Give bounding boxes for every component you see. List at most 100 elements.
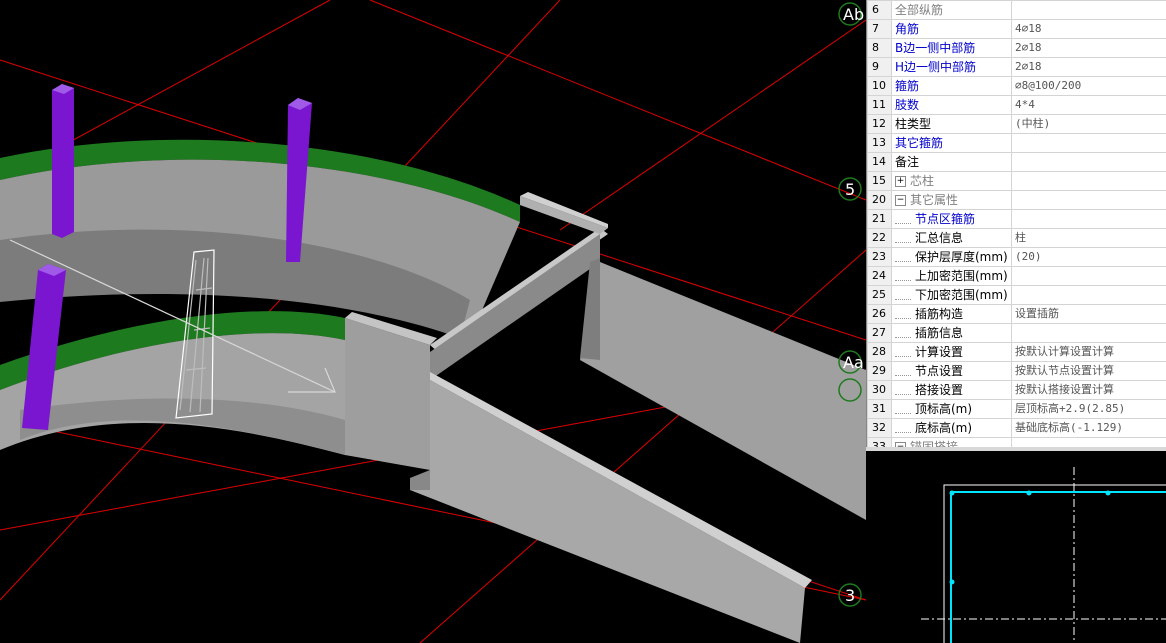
axis-label-5[interactable]: 5 — [838, 177, 862, 201]
property-value[interactable] — [1011, 323, 1166, 343]
property-name-cell[interactable]: 备注 — [891, 152, 1012, 172]
property-name-cell[interactable]: 角筋 — [891, 19, 1012, 39]
property-name-cell[interactable]: + 芯柱 — [891, 171, 1012, 191]
row-number: 12 — [867, 114, 892, 134]
property-value[interactable]: 4*4 — [1011, 95, 1166, 115]
property-name-cell[interactable]: 计算设置 — [891, 342, 1012, 362]
expand-icon[interactable]: + — [895, 176, 906, 187]
property-name-cell[interactable]: B边一侧中部筋 — [891, 38, 1012, 58]
property-name-cell[interactable]: 肢数 — [891, 95, 1012, 115]
property-name: 角筋 — [895, 22, 920, 36]
property-name-cell[interactable]: 节点区箍筋 — [891, 209, 1012, 229]
property-name: 备注 — [895, 155, 920, 169]
property-name-cell[interactable]: 下加密范围(mm) — [891, 285, 1012, 305]
rebar-points — [949, 490, 1111, 585]
property-value[interactable]: (中柱) — [1011, 114, 1166, 134]
property-name-cell[interactable]: 插筋构造 — [891, 304, 1012, 324]
property-panel[interactable]: 6 全部纵筋 7 角筋 4⌀18 8 B边一侧中部筋 2⌀18 9 H边一侧中部筋 2⌀18 10 箍筋… — [866, 0, 1166, 447]
property-row[interactable]: 24 上加密范围(mm) — [867, 266, 1166, 286]
property-value[interactable]: 4⌀18 — [1011, 19, 1166, 39]
property-value[interactable] — [1011, 133, 1166, 153]
property-row[interactable]: 27 插筋信息 — [867, 323, 1166, 343]
property-name-cell[interactable]: 底标高(m) — [891, 418, 1012, 438]
property-name-cell[interactable]: 全部纵筋 — [891, 0, 1012, 20]
property-value[interactable]: 2⌀18 — [1011, 57, 1166, 77]
property-name: 其它属性 — [910, 193, 959, 207]
property-row[interactable]: 31 顶标高(m) 层顶标高+2.9(2.85) — [867, 399, 1166, 419]
property-value[interactable] — [1011, 285, 1166, 305]
3d-viewport[interactable]: Ab 5 Aa 3 — [0, 0, 866, 643]
property-row[interactable]: 11 肢数 4*4 — [867, 95, 1166, 115]
property-row[interactable]: 33− 锚固搭接 — [867, 437, 1166, 447]
property-name-cell[interactable]: H边一侧中部筋 — [891, 57, 1012, 77]
model-canvas[interactable]: Ab 5 Aa 3 — [0, 0, 866, 643]
property-row[interactable]: 9 H边一侧中部筋 2⌀18 — [867, 57, 1166, 77]
property-row[interactable]: 30 搭接设置 按默认搭接设置计算 — [867, 380, 1166, 400]
row-number: 30 — [867, 380, 892, 400]
property-row[interactable]: 7 角筋 4⌀18 — [867, 19, 1166, 39]
property-table: 6 全部纵筋 7 角筋 4⌀18 8 B边一侧中部筋 2⌀18 9 H边一侧中部筋 2⌀18 10 箍筋… — [867, 0, 1166, 447]
property-value[interactable]: 按默认节点设置计算 — [1011, 361, 1166, 381]
property-row[interactable]: 28 计算设置 按默认计算设置计算 — [867, 342, 1166, 362]
axis-label-ab[interactable]: Ab — [838, 2, 864, 26]
property-name-cell[interactable]: 上加密范围(mm) — [891, 266, 1012, 286]
property-value[interactable]: 设置插筋 — [1011, 304, 1166, 324]
property-name-cell[interactable]: 其它箍筋 — [891, 133, 1012, 153]
property-name-cell[interactable]: − 锚固搭接 — [891, 437, 1012, 447]
property-name-cell[interactable]: 保护层厚度(mm) — [891, 247, 1012, 267]
property-row[interactable]: 6 全部纵筋 — [867, 0, 1166, 20]
property-row[interactable]: 14 备注 — [867, 152, 1166, 172]
property-row[interactable]: 26 插筋构造 设置插筋 — [867, 304, 1166, 324]
property-row[interactable]: 23 保护层厚度(mm) (20) — [867, 247, 1166, 267]
property-value[interactable]: 层顶标高+2.9(2.85) — [1011, 399, 1166, 419]
property-value[interactable]: 柱 — [1011, 228, 1166, 248]
property-name-cell[interactable]: 顶标高(m) — [891, 399, 1012, 419]
property-value[interactable]: (20) — [1011, 247, 1166, 267]
svg-text:Aa: Aa — [843, 353, 864, 372]
property-value[interactable] — [1011, 152, 1166, 172]
property-name-cell[interactable]: 箍筋 — [891, 76, 1012, 96]
section-preview[interactable] — [866, 451, 1166, 643]
row-number: 21 — [867, 209, 892, 229]
row-number: 25 — [867, 285, 892, 305]
property-value[interactable] — [1011, 0, 1166, 20]
property-name-cell[interactable]: 搭接设置 — [891, 380, 1012, 400]
tree-line-icon — [895, 272, 911, 281]
property-value[interactable] — [1011, 266, 1166, 286]
property-name: 肢数 — [895, 98, 920, 112]
property-name-cell[interactable]: 插筋信息 — [891, 323, 1012, 343]
property-name-cell[interactable]: 汇总信息 — [891, 228, 1012, 248]
property-row[interactable]: 13 其它箍筋 — [867, 133, 1166, 153]
row-number: 29 — [867, 361, 892, 381]
property-row[interactable]: 29 节点设置 按默认节点设置计算 — [867, 361, 1166, 381]
tree-line-icon — [895, 253, 911, 262]
property-value[interactable]: 按默认搭接设置计算 — [1011, 380, 1166, 400]
section-canvas — [921, 467, 1166, 643]
property-value[interactable]: 基础底标高(-1.129) — [1011, 418, 1166, 438]
property-row[interactable]: 32 底标高(m) 基础底标高(-1.129) — [867, 418, 1166, 438]
property-row[interactable]: 20− 其它属性 — [867, 190, 1166, 210]
property-value[interactable] — [1011, 190, 1166, 210]
property-row[interactable]: 10 箍筋 ⌀8@100/200 — [867, 76, 1166, 96]
row-number: 13 — [867, 133, 892, 153]
row-number: 14 — [867, 152, 892, 172]
property-row[interactable]: 15 + 芯柱 — [867, 171, 1166, 191]
property-value[interactable]: 按默认计算设置计算 — [1011, 342, 1166, 362]
collapse-icon[interactable]: − — [895, 195, 906, 206]
property-name-cell[interactable]: 柱类型 — [891, 114, 1012, 134]
property-value[interactable] — [1011, 437, 1166, 447]
property-value[interactable]: 2⌀18 — [1011, 38, 1166, 58]
row-number: 15 — [867, 171, 892, 191]
property-row[interactable]: 22 汇总信息 柱 — [867, 228, 1166, 248]
property-value[interactable]: ⌀8@100/200 — [1011, 76, 1166, 96]
property-row[interactable]: 25 下加密范围(mm) — [867, 285, 1166, 305]
property-value[interactable] — [1011, 171, 1166, 191]
property-value[interactable] — [1011, 209, 1166, 229]
row-number: 20 — [867, 190, 892, 210]
property-row[interactable]: 21 节点区箍筋 — [867, 209, 1166, 229]
property-row[interactable]: 12 柱类型 (中柱) — [867, 114, 1166, 134]
property-row[interactable]: 8 B边一侧中部筋 2⌀18 — [867, 38, 1166, 58]
tree-line-icon — [895, 310, 911, 319]
property-name-cell[interactable]: 节点设置 — [891, 361, 1012, 381]
property-name-cell[interactable]: − 其它属性 — [891, 190, 1012, 210]
